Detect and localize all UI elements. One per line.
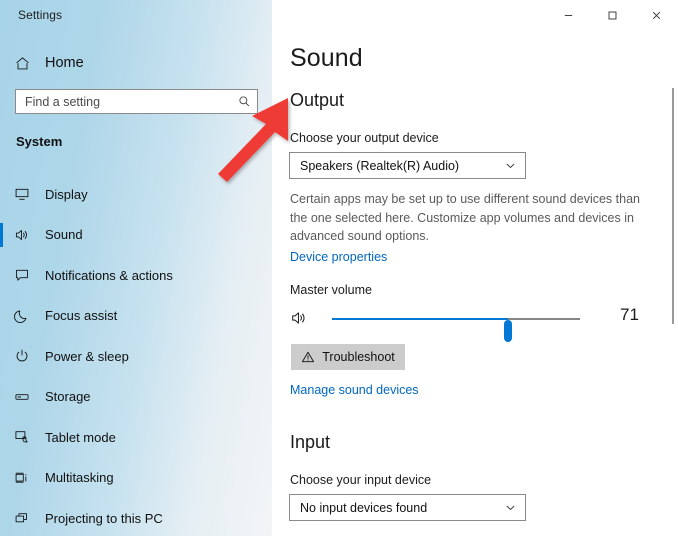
speaker-volume-icon[interactable]: [290, 309, 308, 332]
selection-indicator: [0, 385, 3, 409]
device-properties-link[interactable]: Device properties: [290, 250, 387, 264]
minimize-icon[interactable]: [546, 0, 590, 30]
master-volume-label: Master volume: [290, 283, 372, 297]
sidebar-item-home[interactable]: Home: [0, 48, 272, 78]
volume-track-fill: [332, 318, 509, 320]
tablet-icon: [14, 429, 41, 445]
selection-indicator: [0, 263, 3, 287]
sidebar-item-label: Sound: [45, 227, 83, 243]
moon-icon: [14, 308, 41, 324]
output-description: Certain apps may be set up to use differ…: [290, 192, 640, 243]
sidebar-item-label: Power & sleep: [45, 348, 129, 364]
monitor-icon: [14, 186, 41, 202]
settings-window: Settings Home System Display Sound Notific…: [0, 0, 678, 536]
selection-indicator: [0, 222, 3, 247]
main-content: Sound Output Choose your output device S…: [272, 0, 678, 536]
sidebar-group-title: System: [16, 134, 63, 149]
power-icon: [14, 348, 41, 364]
sidebar-item-multitasking[interactable]: Multitasking: [0, 458, 272, 499]
volume-track[interactable]: [332, 318, 580, 342]
chevron-down-icon: [504, 501, 517, 514]
page-title: Sound: [290, 44, 363, 72]
sidebar-item-label: Tablet mode: [45, 429, 116, 445]
sidebar-nav: Display Sound Notifications & actions Focus…: [0, 174, 272, 536]
maximize-icon[interactable]: [590, 0, 634, 30]
input-device-value: No input devices found: [300, 500, 428, 515]
sidebar-item-sound[interactable]: Sound: [0, 215, 272, 256]
vertical-scrollbar[interactable]: [672, 88, 674, 324]
output-section-heading: Output: [290, 90, 345, 110]
notification-icon: [14, 267, 41, 283]
speaker-icon: [14, 227, 41, 243]
output-device-label: Choose your output device: [290, 131, 439, 145]
sidebar-item-notifications-actions[interactable]: Notifications & actions: [0, 255, 272, 296]
selection-indicator: [0, 425, 3, 449]
selection-indicator: [0, 304, 3, 328]
sidebar-item-label: Notifications & actions: [45, 267, 173, 283]
search-box[interactable]: [15, 89, 258, 114]
app-title: Settings: [18, 8, 63, 22]
sidebar-item-power-sleep[interactable]: Power & sleep: [0, 336, 272, 377]
selection-indicator: [0, 506, 3, 530]
close-icon[interactable]: [634, 0, 678, 30]
sidebar: Settings Home System Display Sound Notific…: [0, 0, 272, 536]
sidebar-item-label: Projecting to this PC: [45, 510, 163, 526]
storage-icon: [14, 389, 41, 405]
troubleshoot-button-label: Troubleshoot: [322, 350, 395, 364]
selection-indicator: [0, 344, 3, 368]
home-icon: [14, 55, 40, 72]
sidebar-item-projecting-to-this-pc[interactable]: Projecting to this PC: [0, 498, 272, 536]
warning-triangle-icon: [301, 350, 315, 364]
search-icon: [231, 95, 257, 108]
master-volume-slider[interactable]: 71: [290, 305, 660, 342]
sidebar-item-label: Focus assist: [45, 308, 118, 324]
sidebar-item-focus-assist[interactable]: Focus assist: [0, 296, 272, 337]
sidebar-item-tablet-mode[interactable]: Tablet mode: [0, 417, 272, 458]
output-device-value: Speakers (Realtek(R) Audio): [300, 158, 460, 173]
sidebar-item-label: Display: [45, 186, 88, 202]
volume-value: 71: [620, 305, 639, 324]
output-device-select[interactable]: Speakers (Realtek(R) Audio): [289, 152, 526, 179]
sidebar-item-label: Storage: [45, 389, 91, 405]
projecting-icon: [14, 510, 41, 526]
selection-indicator: [0, 466, 3, 490]
sidebar-item-home-label: Home: [45, 55, 84, 71]
input-device-select[interactable]: No input devices found: [289, 494, 526, 521]
multitasking-icon: [14, 470, 41, 486]
sidebar-item-storage[interactable]: Storage: [0, 377, 272, 418]
sidebar-item-label: Multitasking: [45, 470, 114, 486]
input-device-label: Choose your input device: [290, 473, 432, 487]
chevron-down-icon: [504, 159, 517, 172]
window-controls: [546, 0, 678, 30]
volume-thumb[interactable]: [504, 320, 513, 342]
selection-indicator: [0, 182, 3, 206]
troubleshoot-button[interactable]: Troubleshoot: [291, 344, 405, 370]
manage-sound-devices-link[interactable]: Manage sound devices: [290, 383, 419, 397]
input-section-heading: Input: [290, 432, 331, 452]
sidebar-item-display[interactable]: Display: [0, 174, 272, 215]
search-input[interactable]: [16, 94, 231, 109]
